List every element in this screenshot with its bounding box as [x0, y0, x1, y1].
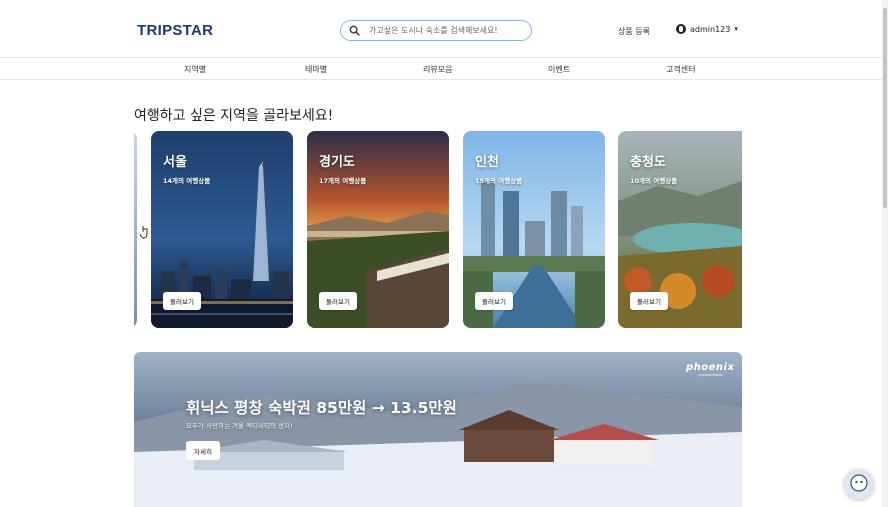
- logo[interactable]: TRIPSTAR: [137, 22, 213, 39]
- region-card-seoul[interactable]: 서울 14개의 여행상품 둘러보기: [151, 131, 293, 328]
- region-card-incheon[interactable]: 인천 15개의 여행상품 둘러보기: [463, 131, 605, 328]
- chatbot-icon: [850, 474, 868, 492]
- brand-tagline: pyeongchang: [698, 373, 723, 377]
- search-input[interactable]: [369, 23, 527, 38]
- promo-banner[interactable]: 휘닉스 평창 숙박권 85만원 → 13.5만원 모두가 사랑하는 겨울 액티비…: [134, 352, 742, 507]
- page-scrollbar[interactable]: [882, 0, 888, 507]
- browse-button[interactable]: 둘러보기: [630, 292, 668, 310]
- region-card-gyeonggi[interactable]: 경기도 17개의 여행상품 둘러보기: [307, 131, 449, 328]
- region-card-chungcheong[interactable]: 충청도 10개의 여행상품 둘러보기: [618, 131, 742, 328]
- brand-name: phoenix: [686, 362, 735, 373]
- hand-cursor-icon: [140, 226, 148, 239]
- browse-button[interactable]: 둘러보기: [475, 292, 513, 310]
- header: TRIPSTAR 상품 등록 admin123 ▾: [0, 0, 888, 58]
- main-nav: 지역별 테마별 리뷰모음 이벤트 고객센터: [0, 58, 888, 80]
- nav-item-support[interactable]: 고객센터: [666, 64, 695, 75]
- browse-button[interactable]: 둘러보기: [163, 292, 201, 310]
- region-card-partial: [134, 131, 137, 328]
- search-bar[interactable]: [340, 20, 532, 41]
- card-count: 14개의 여행상품: [163, 177, 211, 185]
- nav-item-theme[interactable]: 테마별: [305, 64, 327, 75]
- scrollbar-thumb[interactable]: [883, 8, 887, 208]
- banner-title: 휘닉스 평창 숙박권 85만원 → 13.5만원: [186, 399, 457, 417]
- page: TRIPSTAR 상품 등록 admin123 ▾ 지역별 테마별 리뷰모음 이…: [0, 0, 888, 507]
- card-count: 15개의 여행상품: [475, 177, 523, 185]
- card-count: 17개의 여행상품: [319, 177, 367, 185]
- caret-down-icon: ▾: [734, 25, 738, 33]
- card-title: 서울: [163, 155, 187, 170]
- nav-item-reviews[interactable]: 리뷰모음: [423, 64, 452, 75]
- card-title: 경기도: [319, 155, 355, 170]
- search-icon: [349, 25, 360, 36]
- details-button[interactable]: 자세히: [186, 441, 220, 460]
- card-title: 인천: [475, 155, 499, 170]
- browse-button[interactable]: 둘러보기: [319, 292, 357, 310]
- banner-subtitle: 모두가 사랑하는 겨울 액티비티의 성지!: [186, 422, 293, 430]
- region-carousel[interactable]: 서울 14개의 여행상품 둘러보기 경기도 17개의 여행상품 둘러보기 인천 …: [134, 131, 742, 328]
- nav-item-events[interactable]: 이벤트: [548, 64, 570, 75]
- user-menu[interactable]: admin123 ▾: [676, 24, 738, 34]
- card-title: 충청도: [630, 155, 666, 170]
- section-title: 여행하고 싶은 지역을 골라보세요!: [134, 108, 334, 124]
- card-count: 10개의 여행상품: [630, 177, 678, 185]
- chat-fab-button[interactable]: [844, 469, 874, 499]
- nav-item-region[interactable]: 지역별: [184, 64, 206, 75]
- username: admin123: [690, 24, 731, 34]
- product-register-link[interactable]: 상품 등록: [618, 26, 650, 37]
- brand-logo: phoenix pyeongchang: [686, 362, 734, 377]
- user-avatar-icon: [676, 24, 686, 34]
